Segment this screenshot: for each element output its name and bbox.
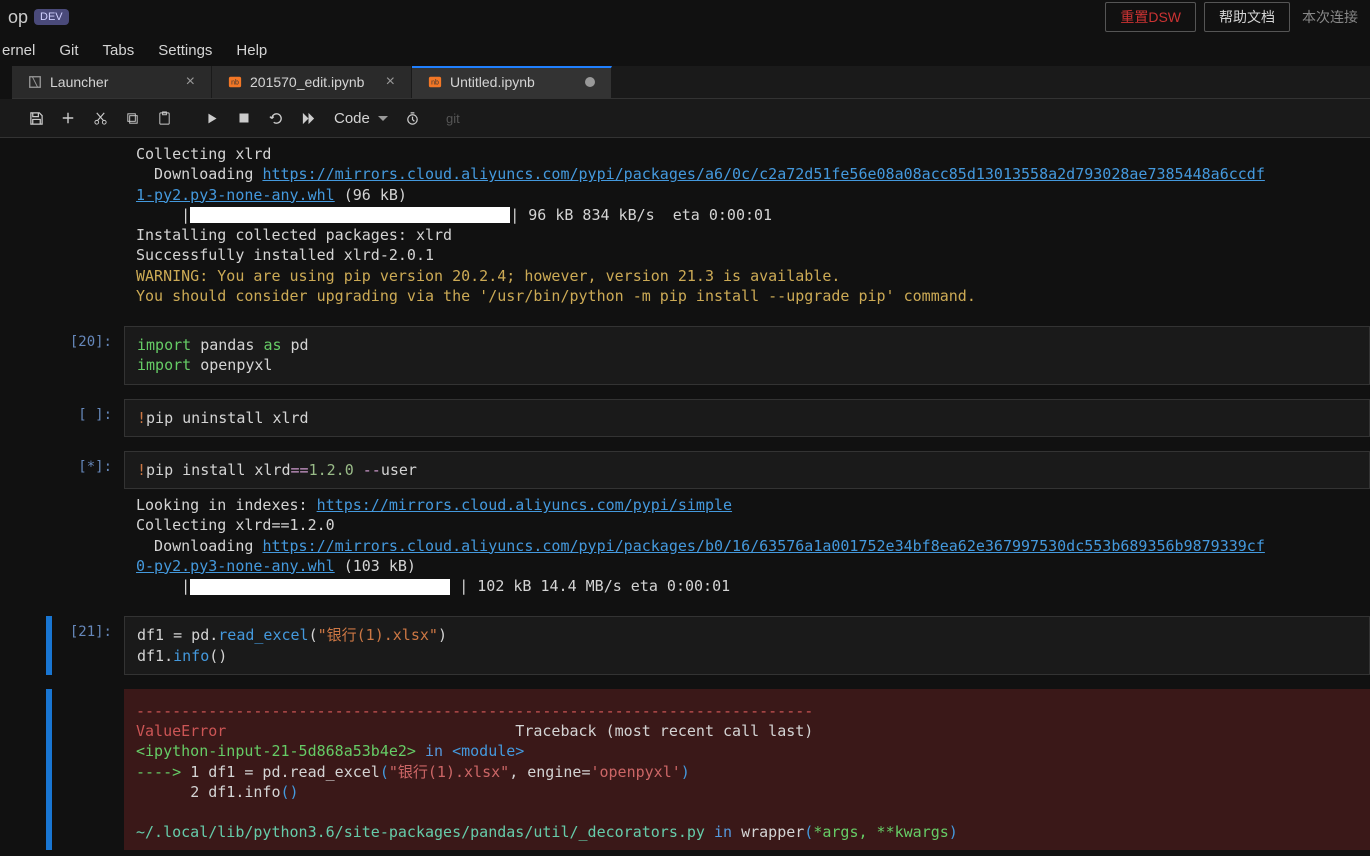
menu-bar: ernel Git Tabs Settings Help — [0, 34, 1370, 66]
paste-button[interactable] — [150, 105, 178, 131]
menu-help[interactable]: Help — [236, 42, 267, 59]
close-icon[interactable]: × — [186, 74, 195, 90]
tab-notebook-2[interactable]: nb Untitled.ipynb — [412, 66, 612, 98]
menu-tabs[interactable]: Tabs — [103, 42, 135, 59]
reset-dsw-button[interactable]: 重置DSW — [1105, 2, 1196, 32]
stop-button[interactable] — [230, 105, 258, 131]
cell-type-dropdown[interactable]: Code — [326, 106, 394, 131]
progress-bar — [190, 579, 450, 595]
error-output: ----------------------------------------… — [124, 689, 1370, 850]
tab-label: 201570_edit.ipynb — [250, 74, 378, 90]
notebook-icon: nb — [228, 75, 242, 89]
tab-label: Untitled.ipynb — [450, 74, 577, 90]
output-prompt — [34, 138, 124, 312]
restart-button[interactable] — [262, 105, 290, 131]
cut-button[interactable] — [86, 105, 114, 131]
run-all-button[interactable] — [294, 105, 322, 131]
copy-button[interactable] — [118, 105, 146, 131]
output-area: Collecting xlrd Downloading https://mirr… — [124, 138, 1370, 312]
menu-kernel[interactable]: ernel — [2, 42, 35, 59]
code-cell[interactable]: import pandas as pd import openpyxl — [124, 326, 1370, 385]
input-prompt: [20]: — [34, 326, 124, 385]
dirty-indicator-icon — [585, 77, 595, 87]
progress-bar — [190, 207, 510, 223]
menu-git[interactable]: Git — [59, 42, 78, 59]
output-prompt — [34, 489, 124, 602]
timing-button[interactable] — [398, 105, 426, 131]
cell-type-select[interactable]: Code — [326, 106, 394, 131]
notebook-toolbar: Code git — [0, 99, 1370, 138]
tab-launcher[interactable]: Launcher × — [12, 66, 212, 98]
insert-cell-button[interactable] — [54, 105, 82, 131]
notebook-icon: nb — [428, 75, 442, 89]
input-prompt: [*]: — [34, 451, 124, 489]
connection-status: 本次连接 — [1298, 7, 1362, 27]
git-label: git — [446, 111, 460, 126]
app-logo-text: op — [8, 7, 28, 28]
notebook-body[interactable]: Collecting xlrd Downloading https://mirr… — [0, 138, 1370, 850]
dev-badge: DEV — [34, 9, 69, 25]
code-cell[interactable]: !pip uninstall xlrd — [124, 399, 1370, 437]
top-bar: op DEV 重置DSW 帮助文档 本次连接 — [0, 0, 1370, 34]
close-icon[interactable]: × — [386, 74, 395, 90]
run-button[interactable] — [198, 105, 226, 131]
launcher-icon — [28, 75, 42, 89]
menu-settings[interactable]: Settings — [158, 42, 212, 59]
svg-text:nb: nb — [231, 80, 239, 87]
svg-text:nb: nb — [431, 80, 439, 87]
tab-notebook-1[interactable]: nb 201570_edit.ipynb × — [212, 66, 412, 98]
save-button[interactable] — [22, 105, 50, 131]
input-prompt: [ ]: — [34, 399, 124, 437]
tab-label: Launcher — [50, 74, 178, 90]
help-docs-button[interactable]: 帮助文档 — [1204, 2, 1290, 32]
code-cell[interactable]: df1 = pd.read_excel("银行(1).xlsx") df1.in… — [124, 616, 1370, 675]
output-area: Looking in indexes: https://mirrors.clou… — [124, 489, 1370, 602]
tab-bar: Launcher × nb 201570_edit.ipynb × nb Unt… — [12, 66, 1370, 99]
code-cell[interactable]: !pip install xlrd==1.2.0 --user — [124, 451, 1370, 489]
